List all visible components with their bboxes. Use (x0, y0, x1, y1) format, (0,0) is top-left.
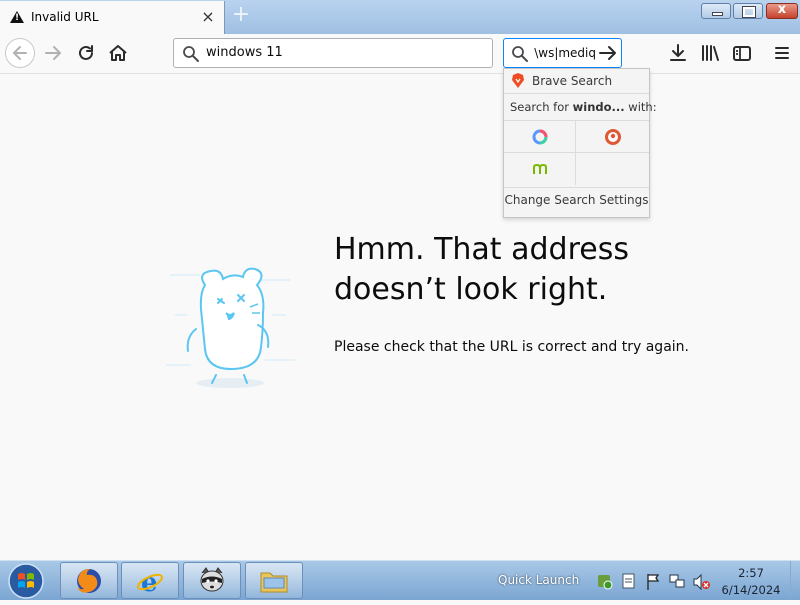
sidebar-icon (733, 46, 751, 61)
search-for-text: Search for windo... with: (510, 100, 657, 114)
flag-icon (647, 574, 660, 590)
mojeek-icon (533, 163, 547, 174)
back-button[interactable] (5, 38, 35, 68)
library-button[interactable] (698, 40, 722, 66)
tab-invalid-url[interactable]: Invalid URL × (0, 1, 225, 34)
search-for-suffix: with: (624, 100, 657, 114)
show-desktop-button[interactable] (790, 561, 800, 600)
menu-button[interactable] (770, 40, 794, 66)
search-bar[interactable]: ws|mediq\ (503, 38, 622, 68)
minimize-button[interactable] (701, 3, 731, 19)
error-title: Hmm. That address doesn’t look right. (334, 232, 629, 307)
arrow-right-icon (599, 46, 616, 60)
taskbar-explorer[interactable] (245, 562, 303, 599)
volume-muted-icon (693, 573, 710, 591)
search-icon (512, 46, 528, 62)
security-icon (598, 575, 613, 590)
close-tab-icon[interactable]: × (198, 6, 218, 28)
search-input[interactable]: ws|mediq\ (534, 46, 596, 60)
taskbar: e Quick Launch 2:57 6/14/2024 (0, 560, 800, 600)
tab-title: Invalid URL (31, 10, 99, 24)
nav-toolbar: windows 11 ws|mediq\ (0, 34, 800, 74)
downloads-button[interactable] (666, 40, 690, 66)
clock-date[interactable]: 6/14/2024 (720, 583, 782, 597)
tray-icons (598, 573, 710, 591)
engine-mojeek-button[interactable] (504, 153, 576, 185)
raccoon-icon (200, 567, 224, 592)
new-tab-button[interactable]: + (229, 4, 253, 28)
taskbar-firefox[interactable] (60, 562, 118, 599)
forward-button[interactable] (41, 40, 67, 66)
brave-lion-icon (512, 73, 524, 88)
arrow-left-icon (13, 46, 27, 60)
warning-icon (10, 11, 24, 23)
search-go-button[interactable] (596, 41, 620, 65)
duckduckgo-icon (605, 129, 621, 145)
firefox-icon (77, 569, 101, 593)
search-for-prefix: Search for (510, 100, 573, 114)
download-icon (670, 44, 686, 61)
hamburger-icon (775, 47, 789, 59)
brave-search-label: Brave Search (532, 74, 613, 88)
window-close-label: x (777, 2, 787, 17)
home-button[interactable] (105, 40, 131, 66)
internet-explorer-icon: e (137, 568, 163, 596)
engine-qwant-button[interactable] (504, 121, 576, 153)
engine-duckduckgo-button[interactable] (576, 121, 649, 153)
windows-orb-icon (8, 563, 44, 599)
reload-button[interactable] (73, 40, 99, 66)
error-description: Please check that the URL is correct and… (334, 339, 689, 355)
clock-time[interactable]: 2:57 (720, 566, 782, 580)
library-icon (702, 45, 719, 61)
one-off-engines (504, 120, 649, 188)
qwant-icon (532, 129, 548, 145)
search-icon (183, 46, 199, 62)
search-for-query: windo... (572, 100, 625, 114)
start-button[interactable] (6, 561, 46, 601)
engine-empty-slot (576, 153, 649, 185)
quick-launch-label[interactable]: Quick Launch (498, 573, 579, 587)
tab-strip: Invalid URL × + x (0, 0, 800, 34)
arrow-right-icon (45, 46, 61, 60)
change-search-settings-button[interactable]: Change Search Settings (504, 193, 649, 207)
document-icon (622, 573, 635, 589)
confused-mascot-illustration (160, 255, 300, 395)
home-icon (109, 45, 127, 61)
network-icon (669, 574, 685, 588)
url-input[interactable]: windows 11 (206, 45, 283, 60)
reload-icon (79, 45, 93, 60)
taskbar-internet-explorer[interactable]: e (121, 562, 179, 599)
svg-text:e: e (141, 568, 158, 596)
url-bar[interactable]: windows 11 (173, 38, 493, 68)
search-engine-popup: Brave Search Search for windo... with: C… (503, 68, 657, 218)
system-tray (596, 571, 712, 593)
brave-search-item[interactable]: Brave Search (504, 69, 649, 94)
maximize-button[interactable] (733, 3, 763, 19)
taskbar-raccoon-app[interactable] (183, 562, 241, 599)
window-close-button[interactable]: x (766, 2, 798, 19)
folder-icon (260, 572, 288, 593)
sidebar-button[interactable] (730, 40, 754, 66)
